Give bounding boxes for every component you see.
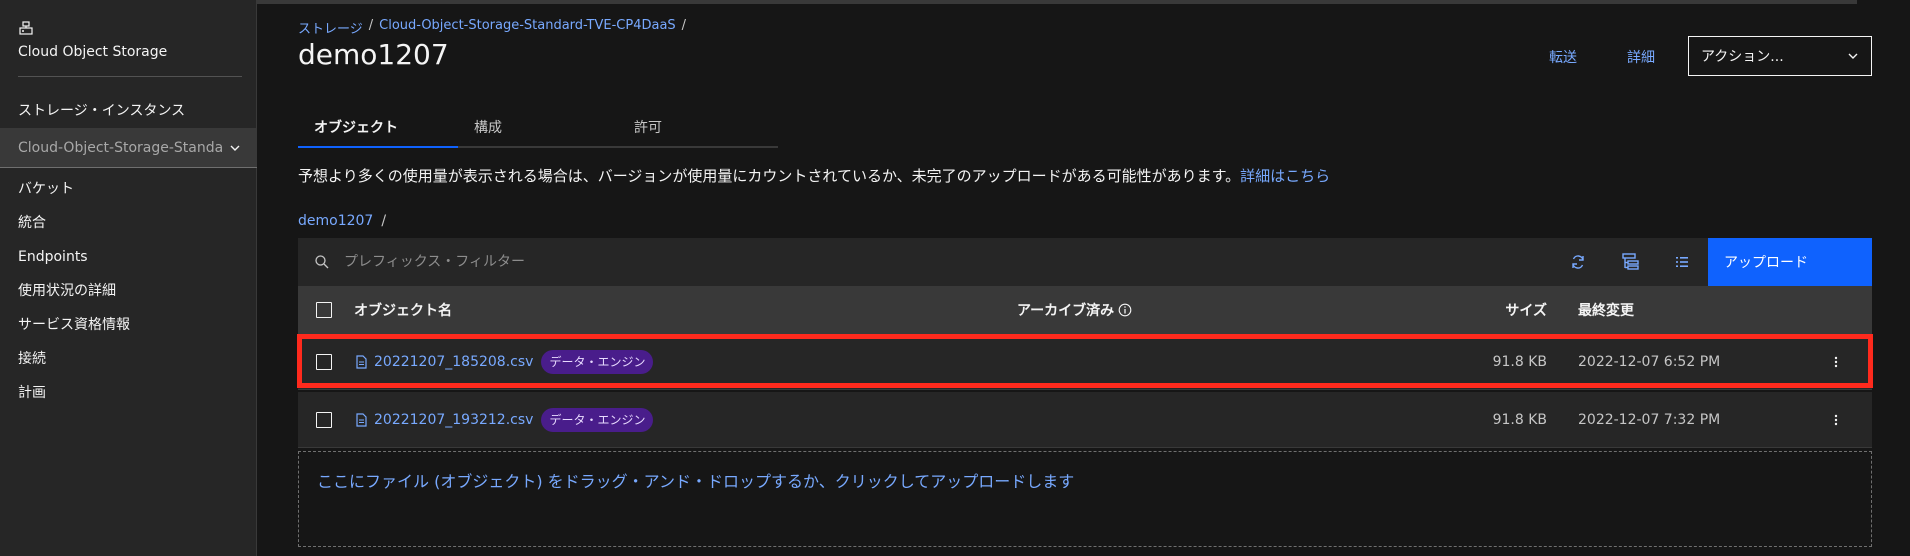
instance-selector-value: Cloud-Object-Storage-Standa xyxy=(18,139,224,156)
chevron-down-icon xyxy=(230,145,240,151)
sidebar-item-integrations[interactable]: 統合 xyxy=(18,206,130,240)
table-row[interactable]: 20221207_185208.csv データ・エンジン 91.8 KB 202… xyxy=(298,334,1872,390)
table-header: オブジェクト名 アーカイブ済み サイズ 最終変更 xyxy=(298,286,1872,334)
dropzone-text: ここにファイル (オブジェクト) をドラッグ・アンド・ドロップするか、クリックし… xyxy=(317,472,1075,491)
select-all-checkbox[interactable] xyxy=(316,302,332,318)
service-name: Cloud Object Storage xyxy=(18,44,168,60)
sidebar-item-usage-details[interactable]: 使用状況の詳細 xyxy=(18,274,130,308)
refresh-icon xyxy=(1572,255,1584,269)
breadcrumb-instance[interactable]: Cloud-Object-Storage-Standard-TVE-CP4Daa… xyxy=(379,18,676,37)
sidebar-item-buckets[interactable]: バケット xyxy=(18,172,130,206)
row-checkbox[interactable] xyxy=(316,353,332,370)
document-icon xyxy=(356,412,367,427)
size-cell: 91.8 KB xyxy=(1492,411,1547,428)
last-modified-cell: 2022-12-07 7:32 PM xyxy=(1578,411,1721,428)
sidebar-item-service-credentials[interactable]: サービス資格情報 xyxy=(18,308,130,342)
sidebar-item-connections[interactable]: 接続 xyxy=(18,342,130,376)
tab-objects[interactable]: オブジェクト xyxy=(298,112,458,148)
upload-dropzone[interactable]: ここにファイル (オブジェクト) をドラッグ・アンド・ドロップするか、クリックし… xyxy=(298,451,1872,547)
column-header-last-modified[interactable]: 最終変更 xyxy=(1578,286,1634,334)
last-modified-cell: 2022-12-07 6:52 PM xyxy=(1578,353,1721,370)
overflow-menu-button[interactable] xyxy=(1834,334,1838,389)
overflow-menu-icon xyxy=(1834,356,1838,367)
tree-view-button[interactable] xyxy=(1604,238,1656,286)
breadcrumb: ストレージ / Cloud-Object-Storage-Standard-TV… xyxy=(298,18,686,37)
sidebar-item-plan[interactable]: 計画 xyxy=(18,376,130,410)
object-link[interactable]: 20221207_185208.csv xyxy=(374,354,533,370)
actions-dropdown[interactable]: アクション... xyxy=(1688,36,1872,76)
overflow-menu-button[interactable] xyxy=(1834,392,1838,447)
breadcrumb-separator: / xyxy=(368,18,374,33)
sidebar-item-storage-instances[interactable]: ストレージ・インスタンス xyxy=(18,100,185,120)
data-engine-tag: データ・エンジン xyxy=(541,407,654,432)
instance-selector[interactable]: Cloud-Object-Storage-Standa xyxy=(0,128,257,168)
refresh-button[interactable] xyxy=(1552,238,1604,286)
table-toolbar: アップロード xyxy=(298,238,1872,286)
breadcrumb-storage[interactable]: ストレージ xyxy=(298,18,363,37)
column-header-size[interactable]: サイズ xyxy=(1403,286,1547,334)
overflow-menu-icon xyxy=(1834,414,1838,425)
list-view-button[interactable] xyxy=(1656,238,1708,286)
folder-tree-icon xyxy=(1622,253,1639,270)
document-icon xyxy=(356,354,367,369)
usage-notice: 予想より多くの使用量が表示される場合は、バージョンが使用量にカウントされているか… xyxy=(298,165,1330,186)
details-link[interactable]: 詳細 xyxy=(1627,47,1655,67)
object-name-cell: 20221207_193212.csv データ・エンジン xyxy=(354,392,654,447)
column-header-object-name[interactable]: オブジェクト名 xyxy=(354,286,452,334)
sidebar-divider xyxy=(18,76,242,77)
path-separator: / xyxy=(381,213,387,229)
tab-configuration[interactable]: 構成 xyxy=(458,112,618,148)
prefix-filter-input[interactable] xyxy=(330,238,1552,286)
learn-more-link[interactable]: 詳細はこちら xyxy=(1240,167,1330,185)
sidebar: Cloud Object Storage ストレージ・インスタンス Cloud-… xyxy=(0,0,257,556)
transfer-link[interactable]: 転送 xyxy=(1549,47,1577,67)
usage-notice-text: 予想より多くの使用量が表示される場合は、バージョンが使用量にカウントされているか… xyxy=(298,167,1241,185)
breadcrumb-separator: / xyxy=(681,18,687,33)
sidebar-item-endpoints[interactable]: Endpoints xyxy=(18,240,130,274)
page-title: demo1207 xyxy=(298,38,449,71)
row-checkbox[interactable] xyxy=(316,411,332,428)
column-header-archived-label: アーカイブ済み xyxy=(1017,303,1115,319)
object-link[interactable]: 20221207_193212.csv xyxy=(374,412,533,428)
info-icon[interactable] xyxy=(1118,303,1132,317)
bucket-path-link[interactable]: demo1207 xyxy=(298,213,373,229)
tab-list: オブジェクト 構成 許可 xyxy=(298,112,778,148)
tab-permissions[interactable]: 許可 xyxy=(618,112,778,148)
size-cell: 91.8 KB xyxy=(1492,353,1547,370)
upload-button[interactable]: アップロード xyxy=(1708,238,1872,286)
object-path: demo1207 / xyxy=(298,213,386,229)
table-row[interactable]: 20221207_193212.csv データ・エンジン 91.8 KB 202… xyxy=(298,392,1872,448)
column-header-archived: アーカイブ済み xyxy=(1017,286,1132,334)
top-divider xyxy=(257,0,1857,4)
sidebar-nav: バケット 統合 Endpoints 使用状況の詳細 サービス資格情報 接続 計画 xyxy=(18,172,130,410)
chevron-down-icon xyxy=(1848,53,1858,59)
actions-dropdown-label: アクション... xyxy=(1701,49,1784,65)
search-icon xyxy=(315,255,329,269)
object-name-cell: 20221207_185208.csv データ・エンジン xyxy=(354,334,654,389)
cloud-object-storage-icon xyxy=(19,21,33,35)
list-icon xyxy=(1676,257,1688,267)
data-engine-tag: データ・エンジン xyxy=(541,349,654,374)
